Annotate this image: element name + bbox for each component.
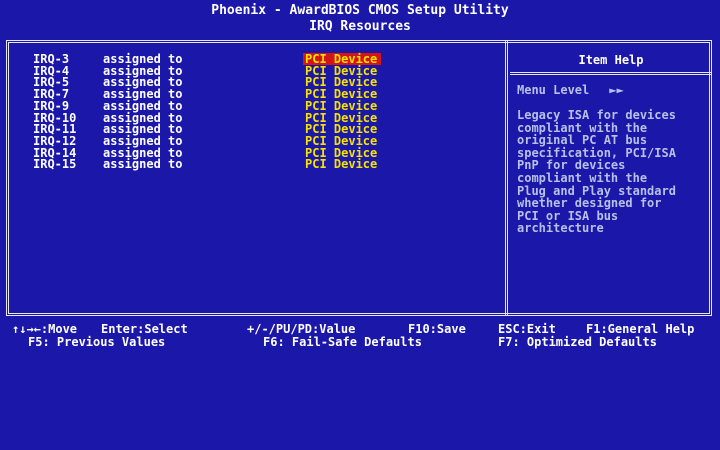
legend-previous-values: F5: Previous Values — [28, 335, 166, 349]
legend-optimized: F7: Optimized Defaults — [498, 335, 657, 349]
irq-name: IRQ-15 — [33, 157, 77, 172]
item-help-header: Item Help — [578, 53, 644, 67]
help-text-line: Legacy ISA for devices — [517, 108, 676, 122]
page-title: IRQ Resources — [309, 19, 411, 34]
menu-level-arrows-icon: ►► — [609, 83, 624, 97]
irq-settings-pane: IRQ-3 assigned to PCI Device IRQ-4 assigned … — [6, 40, 510, 316]
menu-level-label: Menu Level — [517, 83, 590, 97]
irq-name: IRQ-9 — [33, 98, 70, 113]
help-header-divider — [510, 72, 712, 75]
irq-label: assigned to — [103, 157, 183, 172]
irq-label: assigned to — [103, 98, 183, 113]
irq-value-field[interactable]: PCI Device — [303, 100, 381, 112]
irq-value-field[interactable]: PCI Device — [303, 158, 381, 170]
help-text-line: compliant with the — [517, 170, 648, 185]
key-legend: ↑↓→←:Move Enter:Select +/-/PU/PD:Value F… — [0, 320, 720, 349]
help-text-line: architecture — [517, 221, 604, 236]
help-text: Legacy ISA for devices compliant with the… — [517, 109, 717, 235]
help-text-line: original PC AT bus — [517, 133, 648, 148]
help-text-line: whether designed for — [517, 196, 662, 211]
legend-fail-safe: F6: Fail-Safe Defaults — [263, 335, 422, 349]
menu-level: Menu Level ►► — [517, 83, 624, 97]
app-title: Phoenix - AwardBIOS CMOS Setup Utility — [211, 3, 509, 18]
title-bar: Phoenix - AwardBIOS CMOS Setup Utility I… — [4, 3, 716, 39]
